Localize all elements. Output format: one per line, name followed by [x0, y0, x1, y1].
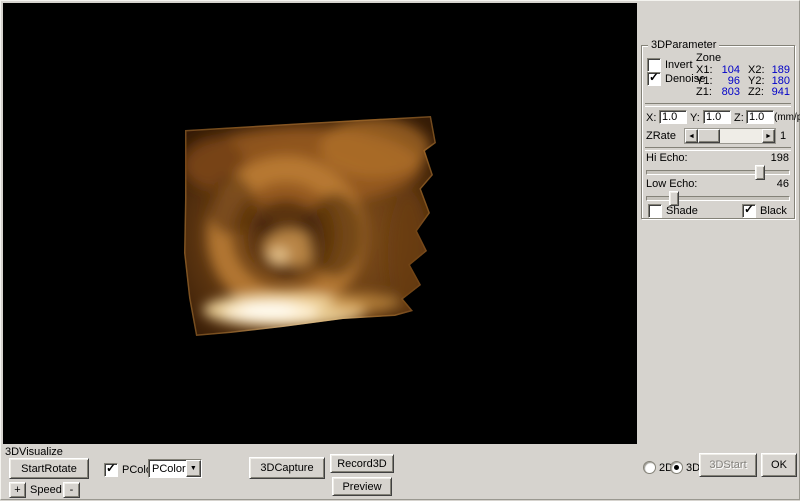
zrate-arrow-left-icon[interactable]: ◄ — [685, 129, 698, 143]
zrate-scrollbar[interactable]: ◄ ► — [684, 128, 776, 144]
hi-echo-label: Hi Echo: — [646, 152, 688, 164]
black-checkbox-label: Black — [760, 205, 787, 217]
start-rotate-button-label: StartRotate — [21, 462, 77, 475]
separator — [645, 103, 791, 107]
shade-checkbox-box[interactable] — [648, 204, 662, 218]
start-3d-button[interactable]: 3DStart — [699, 453, 757, 477]
start-rotate-button[interactable]: StartRotate — [9, 458, 89, 479]
zrate-scrollbar-thumb[interactable] — [698, 129, 720, 143]
chevron-down-icon[interactable]: ▼ — [185, 460, 201, 477]
parameter-groupbox: 3DParameter Invert Denoise Zone X1: 104 … — [641, 39, 800, 219]
ultrasound-3d-render — [3, 3, 637, 444]
scale-y-label: Y: — [690, 112, 700, 124]
speed-plus-button-label: + — [14, 484, 21, 496]
pcolor-checkbox-box[interactable] — [104, 461, 118, 477]
app-window: 3DParameter Invert Denoise Zone X1: 104 … — [0, 0, 800, 500]
speed-minus-button[interactable]: - — [63, 482, 80, 498]
scale-x-label: X: — [646, 112, 657, 124]
preview-button[interactable]: Preview — [332, 477, 392, 496]
scale-x-input[interactable] — [659, 110, 687, 124]
start-3d-button-label: 3DStart — [709, 459, 747, 471]
shade-checkbox[interactable]: Shade — [648, 204, 698, 218]
zrate-value: 1 — [780, 130, 787, 142]
pcolor-select[interactable]: PColor ▼ — [148, 459, 202, 478]
hi-echo-slider[interactable] — [646, 165, 790, 180]
zrate-scrollbar-track[interactable] — [720, 129, 762, 143]
zrate-arrow-right-icon[interactable]: ► — [762, 129, 775, 143]
mode-3d-radio-circle[interactable] — [670, 461, 683, 474]
viewport-3d[interactable] — [3, 3, 637, 444]
mode-3d-radio[interactable]: 3D — [670, 461, 700, 474]
shade-checkbox-label: Shade — [666, 205, 698, 217]
hi-echo-value: 198 — [770, 152, 789, 164]
black-checkbox-box[interactable] — [742, 202, 756, 218]
preview-button-label: Preview — [342, 480, 382, 493]
capture-3d-button[interactable]: 3DCapture — [249, 457, 325, 479]
zone-z2-value: 941 — [771, 86, 790, 98]
black-checkbox[interactable]: Black — [742, 202, 787, 218]
scale-z-input[interactable] — [746, 110, 774, 124]
speed-minus-button-label: - — [69, 484, 74, 496]
ok-button-label: OK — [771, 459, 787, 471]
zone-title: Zone — [696, 52, 722, 64]
visualize-bar-title: 3DVisualize — [5, 446, 63, 458]
zone-z1-label: Z1: — [696, 86, 712, 98]
mode-2d-radio-circle[interactable] — [643, 461, 656, 474]
denoise-checkbox-box[interactable] — [647, 70, 661, 86]
visualize-bar: 3DVisualize StartRotate + Speed - PColor… — [1, 444, 637, 501]
zone-z2-label: Z2: — [748, 86, 764, 98]
speed-plus-button[interactable]: + — [9, 482, 26, 498]
capture-3d-button-label: 3DCapture — [260, 462, 314, 474]
ok-button[interactable]: OK — [761, 453, 797, 477]
record-3d-button-label: Record3D — [337, 457, 387, 470]
invert-checkbox-label: Invert — [665, 59, 693, 71]
scale-unit-label: (mm/p) — [774, 112, 800, 123]
low-echo-slider[interactable] — [646, 191, 790, 206]
scale-y-input[interactable] — [703, 110, 731, 124]
low-echo-label: Low Echo: — [646, 178, 698, 190]
speed-label: Speed — [30, 484, 62, 496]
separator — [645, 147, 791, 151]
low-echo-value: 46 — [776, 178, 789, 190]
record-3d-button[interactable]: Record3D — [330, 454, 394, 473]
zrate-label: ZRate — [646, 130, 676, 142]
parameter-panel: 3DParameter Invert Denoise Zone X1: 104 … — [637, 1, 800, 501]
mode-2d-radio[interactable]: 2D — [643, 461, 673, 474]
zone-z1-value: 803 — [721, 86, 740, 98]
pcolor-select-value: PColor — [152, 462, 186, 475]
scale-z-label: Z: — [734, 112, 744, 124]
mode-3d-radio-label: 3D — [686, 461, 701, 474]
parameter-group-title: 3DParameter — [648, 39, 720, 51]
